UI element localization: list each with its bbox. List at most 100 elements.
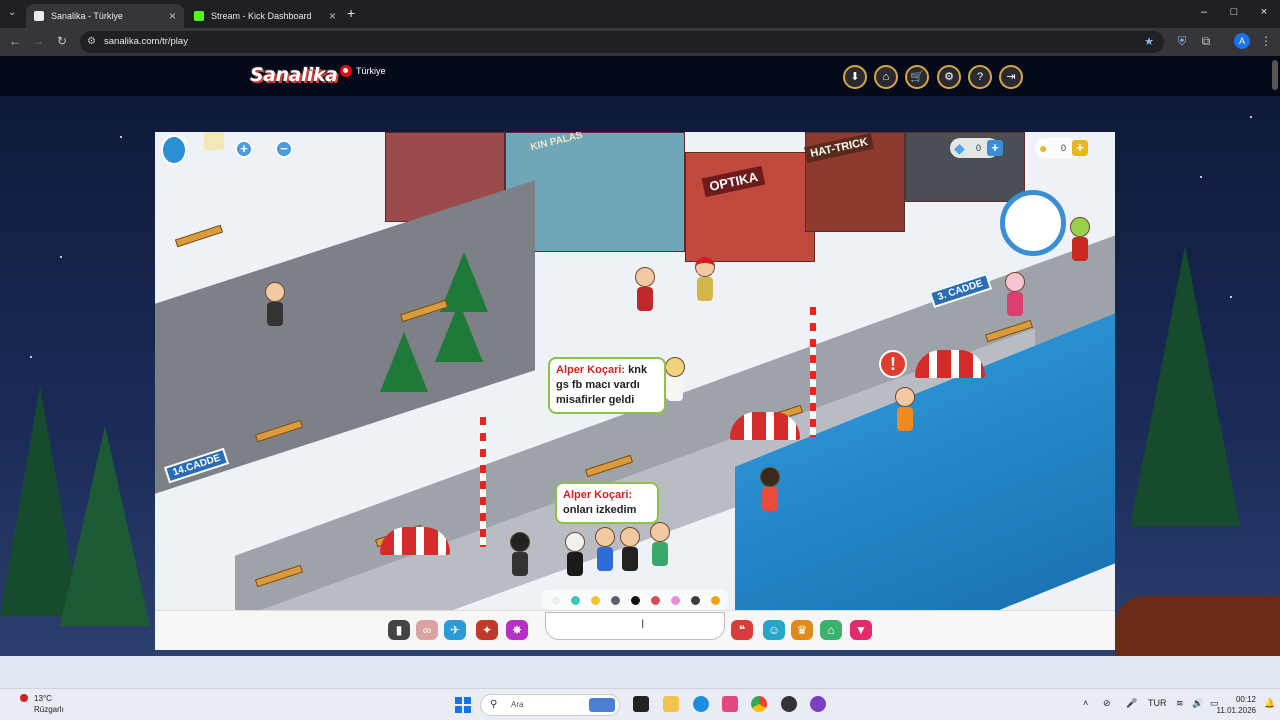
trophy-icon[interactable]: ♛ xyxy=(791,620,813,640)
menu-kebab-icon[interactable]: ⋮ xyxy=(1258,34,1274,48)
beach-umbrella[interactable] xyxy=(730,412,800,440)
color-swatch[interactable] xyxy=(690,595,701,606)
menu-dropdown-icon[interactable]: ▼ xyxy=(850,620,872,640)
forward-icon[interactable]: → xyxy=(30,34,46,48)
color-swatch[interactable] xyxy=(550,595,561,606)
snowman-event-badge[interactable] xyxy=(1000,190,1066,256)
taskbar-search[interactable]: ⚲ Ara xyxy=(480,694,620,716)
alert-marker-icon[interactable]: ! xyxy=(879,350,907,378)
color-swatch[interactable] xyxy=(570,595,581,606)
star-decoration xyxy=(60,256,62,258)
emote-icon[interactable]: ∞ xyxy=(416,620,438,640)
tab-search-icon[interactable]: ⌄ xyxy=(8,7,16,18)
color-swatch[interactable] xyxy=(630,595,641,606)
buy-diamond-button[interactable]: + xyxy=(987,140,1004,156)
avatar-player[interactable] xyxy=(695,257,717,307)
wifi-icon[interactable]: ≋ xyxy=(1176,698,1184,709)
tray-hidden-icon[interactable]: ⊘ xyxy=(1103,698,1111,709)
avatar-player[interactable] xyxy=(565,532,587,582)
logout-button[interactable]: ⇥ xyxy=(999,65,1023,89)
sanalika-logo[interactable]: Sanalika xyxy=(250,64,338,86)
avatar-player[interactable] xyxy=(760,467,782,517)
close-window-icon[interactable]: × xyxy=(1254,6,1274,18)
chat-bubble-icon[interactable]: ❝ xyxy=(731,620,753,640)
new-tab-button[interactable]: + xyxy=(347,5,355,21)
avatar-player[interactable] xyxy=(650,522,672,572)
zoom-in-button[interactable]: + xyxy=(235,140,253,158)
avatar-fisher[interactable] xyxy=(895,387,917,437)
kick-favicon-icon xyxy=(194,11,204,21)
turkey-flag-icon xyxy=(340,65,352,77)
weather-widget[interactable]: 13°C Rüzgarlı xyxy=(20,693,64,715)
beach-umbrella[interactable] xyxy=(380,527,450,555)
tray-chevron-icon[interactable]: ˄ xyxy=(1083,698,1088,708)
action-icon[interactable]: ✸ xyxy=(506,620,528,640)
game-canvas[interactable]: OPTIKA HAT-TRICK KIN PALAS 3. CADDE 14.C… xyxy=(155,132,1115,610)
pet-icon[interactable]: ✦ xyxy=(476,620,498,640)
color-swatch[interactable] xyxy=(710,595,721,606)
phone-icon[interactable]: ▮ xyxy=(388,620,410,640)
left-pine-tree xyxy=(60,426,150,626)
app-icon[interactable] xyxy=(810,696,826,712)
help-button[interactable]: ? xyxy=(968,65,992,89)
avatar-player[interactable] xyxy=(595,527,617,577)
color-swatch[interactable] xyxy=(670,595,681,606)
beach-umbrella[interactable] xyxy=(915,350,985,378)
file-explorer-icon[interactable] xyxy=(663,696,679,712)
start-windows-icon[interactable] xyxy=(455,697,471,713)
download-button[interactable]: ⬇ xyxy=(843,65,867,89)
star-decoration xyxy=(1200,176,1202,178)
chat-input[interactable]: I xyxy=(545,612,725,640)
avatar-player[interactable] xyxy=(620,527,642,577)
taskbar-clock[interactable]: 00:12 11.01.2026 xyxy=(1217,694,1256,716)
edge-icon[interactable] xyxy=(693,696,709,712)
chrome-icon[interactable] xyxy=(751,696,767,712)
inventory-cup-icon[interactable] xyxy=(204,132,224,150)
site-info-icon[interactable]: ⚙ xyxy=(87,31,96,53)
obs-icon[interactable] xyxy=(781,696,797,712)
profile-avatar[interactable]: A xyxy=(1234,33,1250,49)
copilot-icon[interactable] xyxy=(722,696,738,712)
task-view-icon[interactable] xyxy=(633,696,649,712)
tab-title: Sanalika - Türkiye xyxy=(51,11,123,21)
avatar-self[interactable] xyxy=(510,532,532,582)
avatar-player[interactable] xyxy=(635,267,657,317)
diamond-count: 0 xyxy=(976,143,982,153)
map-icon[interactable]: ⌂ xyxy=(820,620,842,640)
back-icon[interactable]: ← xyxy=(7,34,23,48)
close-tab-icon[interactable]: × xyxy=(169,9,176,23)
region-selector[interactable]: Türkiye xyxy=(340,65,386,77)
volume-icon[interactable]: 🔊 xyxy=(1192,698,1203,709)
page-scrollbar[interactable] xyxy=(1272,60,1278,90)
color-swatch[interactable] xyxy=(650,595,661,606)
color-swatch[interactable] xyxy=(590,595,601,606)
star-decoration xyxy=(30,356,32,358)
tab-kick[interactable]: Stream - Kick Dashboard × xyxy=(186,4,344,28)
bookmark-star-icon[interactable]: ★ xyxy=(1144,31,1154,53)
maximize-icon[interactable]: □ xyxy=(1224,6,1244,18)
extension-shield-icon[interactable]: ⛨ xyxy=(1174,34,1190,49)
language-indicator[interactable]: TUR xyxy=(1148,698,1167,708)
notification-bell-icon[interactable]: 🔔 xyxy=(1264,698,1275,709)
avatar-player[interactable] xyxy=(265,282,287,332)
avatar-player[interactable] xyxy=(1005,272,1027,322)
close-tab-icon[interactable]: × xyxy=(329,9,336,23)
microphone-icon[interactable]: 🎤 xyxy=(1126,698,1137,709)
friends-icon[interactable]: ☺ xyxy=(763,620,785,640)
profile-avatar-button[interactable] xyxy=(161,135,187,165)
home-button[interactable]: ⌂ xyxy=(874,65,898,89)
zoom-out-button[interactable]: − xyxy=(275,140,293,158)
reload-icon[interactable]: ↻ xyxy=(54,34,70,48)
shop-cart-button[interactable]: 🛒 xyxy=(905,65,929,89)
settings-button[interactable]: ⚙ xyxy=(937,65,961,89)
buy-coin-button[interactable]: + xyxy=(1072,140,1089,156)
address-bar[interactable]: ⚙ sanalika.com/tr/play ★ xyxy=(80,31,1164,53)
browser-toolbar: ← → ↻ ⚙ sanalika.com/tr/play ★ ⛨ ⧉ A ⋮ xyxy=(0,28,1280,56)
avatar-player[interactable] xyxy=(665,357,687,407)
minimize-icon[interactable]: – xyxy=(1194,6,1214,18)
avatar-player[interactable] xyxy=(1070,217,1092,267)
dance-icon[interactable]: ✈ xyxy=(444,620,466,640)
color-swatch[interactable] xyxy=(610,595,621,606)
extensions-puzzle-icon[interactable]: ⧉ xyxy=(1198,34,1214,49)
tab-sanalika[interactable]: Sanalika - Türkiye × xyxy=(26,4,184,28)
